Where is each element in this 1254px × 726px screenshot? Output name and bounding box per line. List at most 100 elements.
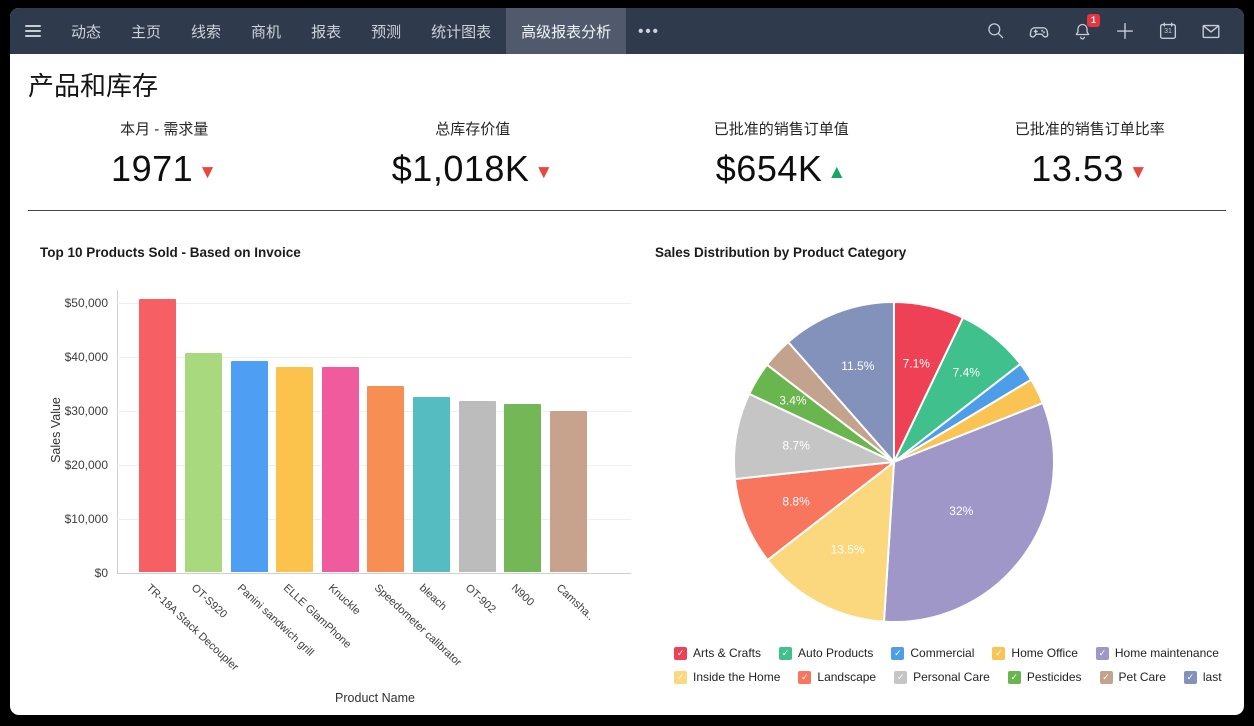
nav-icons: 1 31 (985, 8, 1244, 54)
y-axis-tick-label: $50,000 (64, 295, 108, 310)
kpi-value: $1,018K ▼ (319, 148, 628, 190)
legend-label: Arts & Crafts (693, 646, 762, 660)
bar-TR-18A Stack Decoupler[interactable] (139, 299, 177, 572)
nav-tab[interactable]: 预测 (356, 8, 416, 54)
page-title: 产品和库存 (28, 71, 159, 101)
trend-down-icon: ▼ (1128, 162, 1149, 183)
bar-Panini sandwich grill[interactable] (230, 361, 268, 572)
legend-label: Commercial (910, 646, 975, 660)
kpi-number: $654K (715, 148, 823, 189)
x-axis-tick-label: bleach (417, 582, 450, 613)
legend-checkbox[interactable]: ✓ (1099, 670, 1113, 684)
legend-label: Auto Products (798, 646, 874, 660)
legend-checkbox[interactable]: ✓ (674, 670, 687, 684)
search-icon[interactable] (985, 20, 1007, 42)
nav-tab[interactable]: 高级报表分析 (506, 8, 627, 54)
legend-item-Home maintenance[interactable]: ✓ Home maintenance (1095, 646, 1219, 660)
nav-tab[interactable]: 商机 (236, 8, 296, 54)
y-axis-tick-label: $0 (94, 566, 108, 580)
nav-tab[interactable]: 统计图表 (416, 8, 506, 54)
hamburger-menu-icon[interactable] (10, 8, 56, 54)
legend-item-Pesticides[interactable]: ✓ Pesticides (1007, 670, 1082, 684)
legend-checkbox[interactable]: ✓ (779, 646, 793, 660)
top-nav-bar: 动态 主页 线索 商机 报表 预测 统计图表 高级报表分析 ••• 1 31 (10, 8, 1244, 54)
legend-checkbox[interactable]: ✓ (1007, 670, 1021, 684)
legend-item-Landscape[interactable]: ✓ Landscape (798, 670, 876, 684)
x-axis-tick-label: Knuckle (326, 582, 363, 618)
pie-slice-label: 11.5% (841, 359, 874, 373)
calendar-day-label: 31 (1164, 28, 1172, 35)
bell-icon[interactable]: 1 (1071, 14, 1100, 42)
plus-icon[interactable] (1114, 20, 1136, 42)
legend-label: Inside the Home (693, 670, 781, 684)
legend-item-Personal Care[interactable]: ✓ Personal Care (894, 670, 990, 684)
y-axis-tick-label: $30,000 (64, 403, 108, 418)
x-axis-tick-label: Camsha.. (554, 582, 597, 623)
legend-item-Home Office[interactable]: ✓ Home Office (992, 646, 1078, 660)
legend-label: Pet Care (1118, 670, 1166, 684)
x-axis-tick-label: OT-S920 (189, 582, 230, 621)
nav-tab[interactable]: 报表 (296, 8, 356, 54)
kpi-label: 总库存价值 (435, 121, 511, 138)
bar-chart-y-axis-title: Sales Value (49, 397, 63, 463)
bar-chart-plot-area (117, 290, 631, 574)
trend-down-icon: ▼ (534, 162, 554, 183)
legend-checkbox[interactable]: ✓ (992, 646, 1006, 660)
legend-item-Commercial[interactable]: ✓ Commercial (891, 646, 974, 660)
kpi-card: 总库存价值 $1,018K ▼ (319, 118, 628, 190)
bar-Camsha..[interactable] (549, 411, 587, 572)
nav-tab[interactable]: 主页 (116, 8, 176, 54)
nav-tab[interactable]: 动态 (56, 8, 116, 54)
bar-chart-x-axis-title: Product Name (335, 691, 415, 705)
pie-chart-legend: ✓ Arts & Crafts ✓ Auto Products ✓ Commercial ✓… (674, 646, 1222, 684)
legend-label: Home maintenance (1114, 646, 1219, 660)
screen-background: 动态 主页 线索 商机 报表 预测 统计图表 高级报表分析 ••• 1 31 产… (0, 0, 1254, 726)
gamepad-icon[interactable] (1028, 20, 1050, 42)
pie-slice-label: 7.1% (903, 357, 931, 371)
legend-checkbox[interactable]: ✓ (891, 646, 905, 660)
legend-checkbox[interactable]: ✓ (894, 670, 908, 684)
legend-item-last[interactable]: ✓ last (1183, 670, 1222, 684)
bar-OT-S920[interactable] (184, 352, 222, 572)
legend-label: Pesticides (1026, 670, 1082, 684)
kpi-card: 已批准的销售订单值 $654K ▲ (627, 118, 936, 190)
bar-chart-title: Top 10 Products Sold - Based on Invoice (40, 245, 301, 260)
kpi-card: 已批准的销售订单比率 13.53 ▼ (936, 118, 1245, 190)
legend-item-Inside the Home[interactable]: ✓ Inside the Home (674, 670, 780, 684)
kpi-number: 13.53 (1031, 148, 1124, 189)
legend-row: ✓ Arts & Crafts ✓ Auto Products ✓ Commercial ✓… (674, 646, 1222, 660)
legend-label: Home Office (1011, 646, 1078, 660)
pie-chart: 7.1% 7.4% 32% 13.5% 8.8% 8.7% 3.4% 11.5% (733, 301, 1055, 623)
x-axis-tick-label: Speedometer calibrator (371, 582, 464, 669)
pie-slice-label: 32% (949, 504, 973, 518)
x-axis-tick-label: Panini sandwich grill (234, 582, 316, 659)
bar-ELLE GlamPhone[interactable] (276, 366, 314, 572)
bar-OT-902[interactable] (458, 401, 496, 572)
legend-checkbox[interactable]: ✓ (1183, 670, 1197, 684)
legend-label: last (1202, 670, 1222, 684)
bar-N900[interactable] (504, 403, 542, 572)
bar-Knuckle[interactable] (321, 367, 359, 572)
mail-icon[interactable] (1200, 20, 1222, 42)
trend-down-icon: ▼ (198, 162, 218, 183)
kpi-label: 已批准的销售订单比率 (1014, 121, 1165, 138)
y-axis-tick-label: $20,000 (64, 457, 108, 472)
bar-Speedometer calibrator[interactable] (367, 385, 405, 572)
legend-item-Arts & Crafts[interactable]: ✓ Arts & Crafts (674, 646, 761, 660)
trend-up-icon: ▲ (827, 162, 847, 183)
legend-checkbox[interactable]: ✓ (674, 646, 687, 660)
nav-more-button[interactable]: ••• (626, 8, 672, 54)
legend-checkbox[interactable]: ✓ (1095, 646, 1109, 660)
nav-tab[interactable]: 线索 (176, 8, 236, 54)
bar-bleach[interactable] (412, 397, 450, 572)
pie-slice-label: 7.4% (953, 365, 981, 379)
x-axis-tick-label: N900 (508, 582, 536, 609)
legend-item-Auto Products[interactable]: ✓ Auto Products (779, 646, 873, 660)
calendar-icon[interactable]: 31 (1157, 20, 1179, 42)
x-axis-tick-label: OT-902 (462, 582, 498, 616)
pie-slice-label: 13.5% (831, 543, 865, 557)
kpi-row: 本月 - 需求量 1971 ▼ 总库存价值 $1,018K ▼ 已批准的销售订单值 $654K… (10, 118, 1244, 190)
legend-item-Pet Care[interactable]: ✓ Pet Care (1099, 670, 1166, 684)
nav-tabs: 动态 主页 线索 商机 报表 预测 统计图表 高级报表分析 ••• (56, 8, 672, 54)
legend-checkbox[interactable]: ✓ (798, 670, 812, 684)
